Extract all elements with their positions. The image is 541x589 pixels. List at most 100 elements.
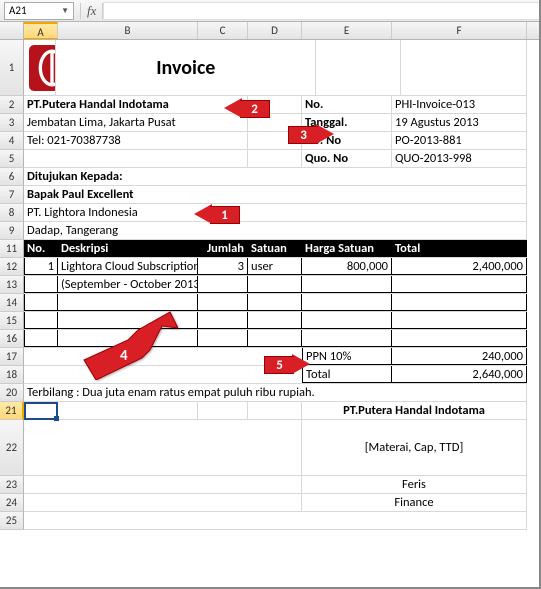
row-header[interactable]: 18 [0, 366, 24, 384]
row-header[interactable]: 6 [0, 168, 24, 186]
fx-icon[interactable]: fx [80, 3, 103, 19]
cell[interactable]: QUO-2013-998 [392, 150, 527, 167]
cell[interactable] [316, 40, 400, 95]
cell[interactable] [24, 366, 58, 383]
cell[interactable]: Ditujukan Kepada: [24, 168, 527, 185]
cell[interactable]: PT.Putera Handal Indotama [302, 402, 527, 419]
cell[interactable]: 800,000 [302, 258, 392, 275]
row-header[interactable]: 23 [0, 476, 24, 494]
col-header-A[interactable]: A [24, 22, 58, 39]
cell[interactable]: Finance [302, 494, 527, 511]
cell[interactable]: Bapak Paul Excellent [24, 186, 527, 203]
sheet-cells[interactable]: Invoice PT.Putera Handal Indotama No. PH… [24, 40, 527, 530]
cell[interactable] [24, 312, 58, 329]
cell[interactable] [24, 476, 302, 493]
col-header-B[interactable]: B [58, 22, 198, 39]
cell[interactable]: PT. Lightora Indonesia [24, 204, 527, 221]
cell[interactable]: Lightora Cloud Subscription [58, 258, 198, 275]
cell[interactable] [302, 330, 392, 347]
cell[interactable]: Quo. No [302, 150, 392, 167]
chevron-down-icon[interactable]: ▼ [61, 6, 69, 16]
row-header[interactable]: 16 [0, 330, 24, 348]
row-header[interactable]: 24 [0, 494, 24, 512]
row-header[interactable]: 20 [0, 384, 24, 402]
cell[interactable] [24, 348, 58, 365]
cell[interactable] [24, 420, 302, 475]
cell[interactable]: Jembatan Lima, Jakarta Pusat [24, 114, 248, 131]
cell[interactable] [248, 294, 302, 311]
cell[interactable]: PPN 10% [302, 348, 392, 365]
row-header[interactable]: 17 [0, 348, 24, 366]
col-header-F[interactable]: F [392, 22, 527, 39]
cell[interactable] [302, 312, 392, 329]
row-header[interactable]: 21 [0, 402, 24, 420]
cell[interactable]: 240,000 [392, 348, 527, 365]
cell[interactable]: user [248, 258, 302, 275]
cell[interactable] [198, 276, 248, 293]
cell[interactable]: PHI-Invoice-013 [392, 96, 527, 113]
cell[interactable]: PO-2013-881 [392, 132, 527, 149]
cell[interactable] [401, 40, 527, 95]
name-box[interactable]: A21 ▼ [4, 2, 74, 20]
cell-title[interactable]: Invoice [56, 40, 316, 95]
row-header[interactable]: 8 [0, 204, 24, 222]
cell[interactable]: No. [302, 96, 392, 113]
spreadsheet-grid[interactable]: A B C D E F 1 2 3 4 5 6 7 8 9 11 12 13 1… [0, 22, 541, 530]
cell[interactable] [248, 312, 302, 329]
cell[interactable]: 3 [198, 258, 248, 275]
cell[interactable] [248, 276, 302, 293]
cell[interactable]: Dadap, Tangerang [24, 222, 527, 239]
table-row[interactable]: 1 Lightora Cloud Subscription 3 user 800… [24, 258, 527, 276]
cell[interactable] [392, 276, 527, 293]
row-header[interactable]: 7 [0, 186, 24, 204]
cell[interactable] [198, 312, 248, 329]
cell[interactable]: Feris [302, 476, 527, 493]
row-header[interactable]: 9 [0, 222, 24, 240]
cell[interactable] [198, 366, 248, 383]
cell[interactable] [24, 150, 248, 167]
row-header[interactable]: 1 [0, 40, 24, 96]
col-header-C[interactable]: C [198, 22, 248, 39]
cell[interactable] [24, 494, 302, 511]
cell[interactable]: Tel: 021-70387738 [24, 132, 248, 149]
row-header[interactable]: 25 [0, 512, 24, 530]
cell[interactable] [302, 294, 392, 311]
cell[interactable]: Terbilang : Dua juta enam ratus empat pu… [24, 384, 527, 401]
table-row[interactable]: (September - October 2013) [24, 276, 527, 294]
col-header-E[interactable]: E [302, 22, 392, 39]
cell[interactable] [58, 402, 198, 419]
cell[interactable] [198, 294, 248, 311]
row-header[interactable]: 3 [0, 114, 24, 132]
cell[interactable]: [Materai, Cap, TTD] [302, 420, 527, 475]
cell[interactable] [58, 294, 198, 311]
cell[interactable] [392, 330, 527, 347]
col-header-D[interactable]: D [248, 22, 302, 39]
row-header[interactable]: 13 [0, 276, 24, 294]
row-header[interactable]: 15 [0, 312, 24, 330]
cell[interactable] [24, 276, 58, 293]
row-header[interactable]: 12 [0, 258, 24, 276]
cell-selected[interactable] [24, 402, 58, 419]
cell-company[interactable]: PT.Putera Handal Indotama [24, 96, 248, 113]
cell[interactable]: 19 Agustus 2013 [392, 114, 527, 131]
cell[interactable]: 1 [24, 258, 58, 275]
cell[interactable] [24, 40, 56, 95]
cell[interactable] [248, 330, 302, 347]
cell[interactable] [392, 294, 527, 311]
cell[interactable] [392, 312, 527, 329]
cell[interactable] [248, 150, 302, 167]
formula-input[interactable] [103, 2, 541, 20]
cell[interactable] [248, 402, 302, 419]
cell[interactable] [24, 330, 58, 347]
row-header[interactable]: 5 [0, 150, 24, 168]
cell[interactable] [198, 402, 248, 419]
row-header[interactable]: 14 [0, 294, 24, 312]
row-header[interactable]: 22 [0, 420, 24, 476]
cell[interactable] [24, 294, 58, 311]
select-all-corner[interactable] [0, 22, 24, 39]
row-header[interactable]: 11 [0, 240, 24, 258]
cell[interactable]: Total [302, 366, 392, 383]
cell[interactable]: (September - October 2013) [58, 276, 198, 293]
cell[interactable] [198, 330, 248, 347]
row-header[interactable]: 2 [0, 96, 24, 114]
